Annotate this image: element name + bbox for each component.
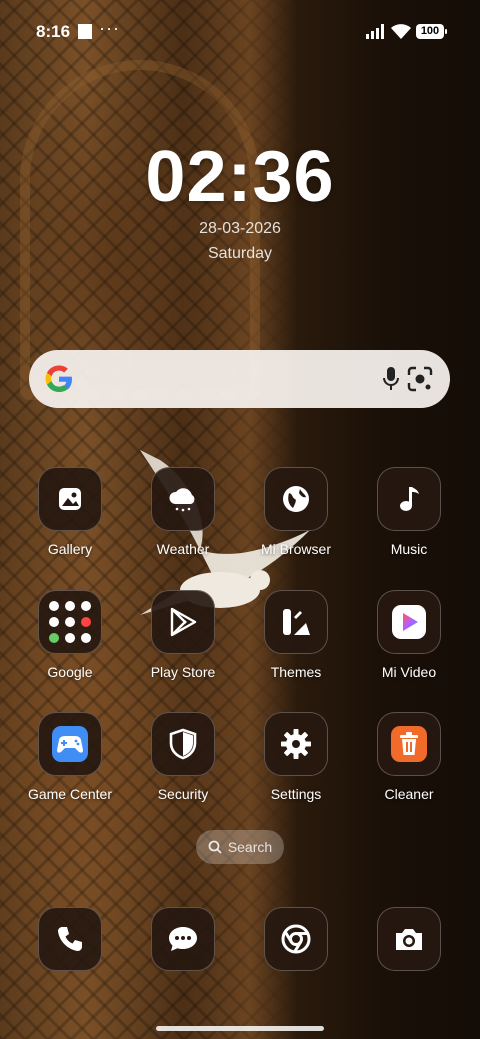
status-time: 8:16 (36, 22, 71, 41)
clock-time[interactable]: 02:36 (0, 136, 480, 218)
mi-video-icon (377, 590, 441, 654)
notification-square-icon (78, 24, 92, 39)
clock-day: Saturday (207, 245, 273, 262)
dock-camera[interactable] (377, 907, 441, 971)
google-lens-icon[interactable] (406, 366, 434, 392)
search-icon (208, 840, 222, 854)
shield-icon (151, 712, 215, 776)
signal-icon (366, 24, 384, 39)
dock-chrome[interactable] (264, 907, 328, 971)
app-label: Gallery (47, 541, 93, 557)
app-themes[interactable]: Themes (246, 590, 346, 680)
app-label: Game Center (27, 786, 113, 802)
app-mi-browser[interactable]: Mi Browser (246, 467, 346, 557)
app-label: Security (157, 786, 209, 802)
microphone-icon[interactable] (381, 366, 401, 392)
phone-icon (58, 927, 82, 951)
app-google-folder[interactable]: Google (20, 590, 120, 680)
google-logo-icon (45, 365, 72, 392)
app-label: Google (47, 664, 93, 680)
gear-icon (264, 712, 328, 776)
more-notifications-icon: ··· (99, 18, 120, 38)
app-music[interactable]: Music (359, 467, 459, 557)
app-label: Mi Video (381, 664, 437, 680)
gallery-icon (38, 467, 102, 531)
app-label: Play Store (150, 664, 216, 680)
app-mi-video[interactable]: Mi Video (359, 590, 459, 680)
play-store-icon (151, 590, 215, 654)
globe-icon (264, 467, 328, 531)
app-cleaner[interactable]: Cleaner (359, 712, 459, 802)
gamepad-icon (38, 712, 102, 776)
app-label: Mi Browser (260, 541, 331, 557)
battery-icon: 100 (416, 24, 447, 39)
messages-icon (169, 927, 197, 951)
app-gallery[interactable]: Gallery (20, 467, 120, 557)
dock-messages[interactable] (151, 907, 215, 971)
trash-icon (377, 712, 441, 776)
app-label: Themes (270, 664, 322, 680)
app-label: Cleaner (384, 786, 434, 802)
chrome-icon (281, 924, 311, 954)
clock-date: 28-03-2026 (199, 220, 281, 237)
status-bar: 8:16 ··· 100 (0, 0, 480, 64)
app-search-button[interactable]: Search (196, 830, 284, 864)
google-folder-icon (38, 590, 102, 654)
home-indicator[interactable] (156, 1026, 324, 1031)
app-search-label: Search (227, 839, 273, 855)
app-security[interactable]: Security (133, 712, 233, 802)
wifi-icon (391, 24, 411, 39)
camera-icon (396, 929, 422, 950)
app-label: Weather (156, 541, 210, 557)
app-play-store[interactable]: Play Store (133, 590, 233, 680)
app-label: Settings (270, 786, 322, 802)
weather-icon (151, 467, 215, 531)
music-note-icon (377, 467, 441, 531)
themes-icon (264, 590, 328, 654)
app-weather[interactable]: Weather (133, 467, 233, 557)
app-label: Music (390, 541, 428, 557)
dock-phone[interactable] (38, 907, 102, 971)
app-game-center[interactable]: Game Center (20, 712, 120, 802)
google-search-bar[interactable] (29, 350, 450, 408)
app-settings[interactable]: Settings (246, 712, 346, 802)
